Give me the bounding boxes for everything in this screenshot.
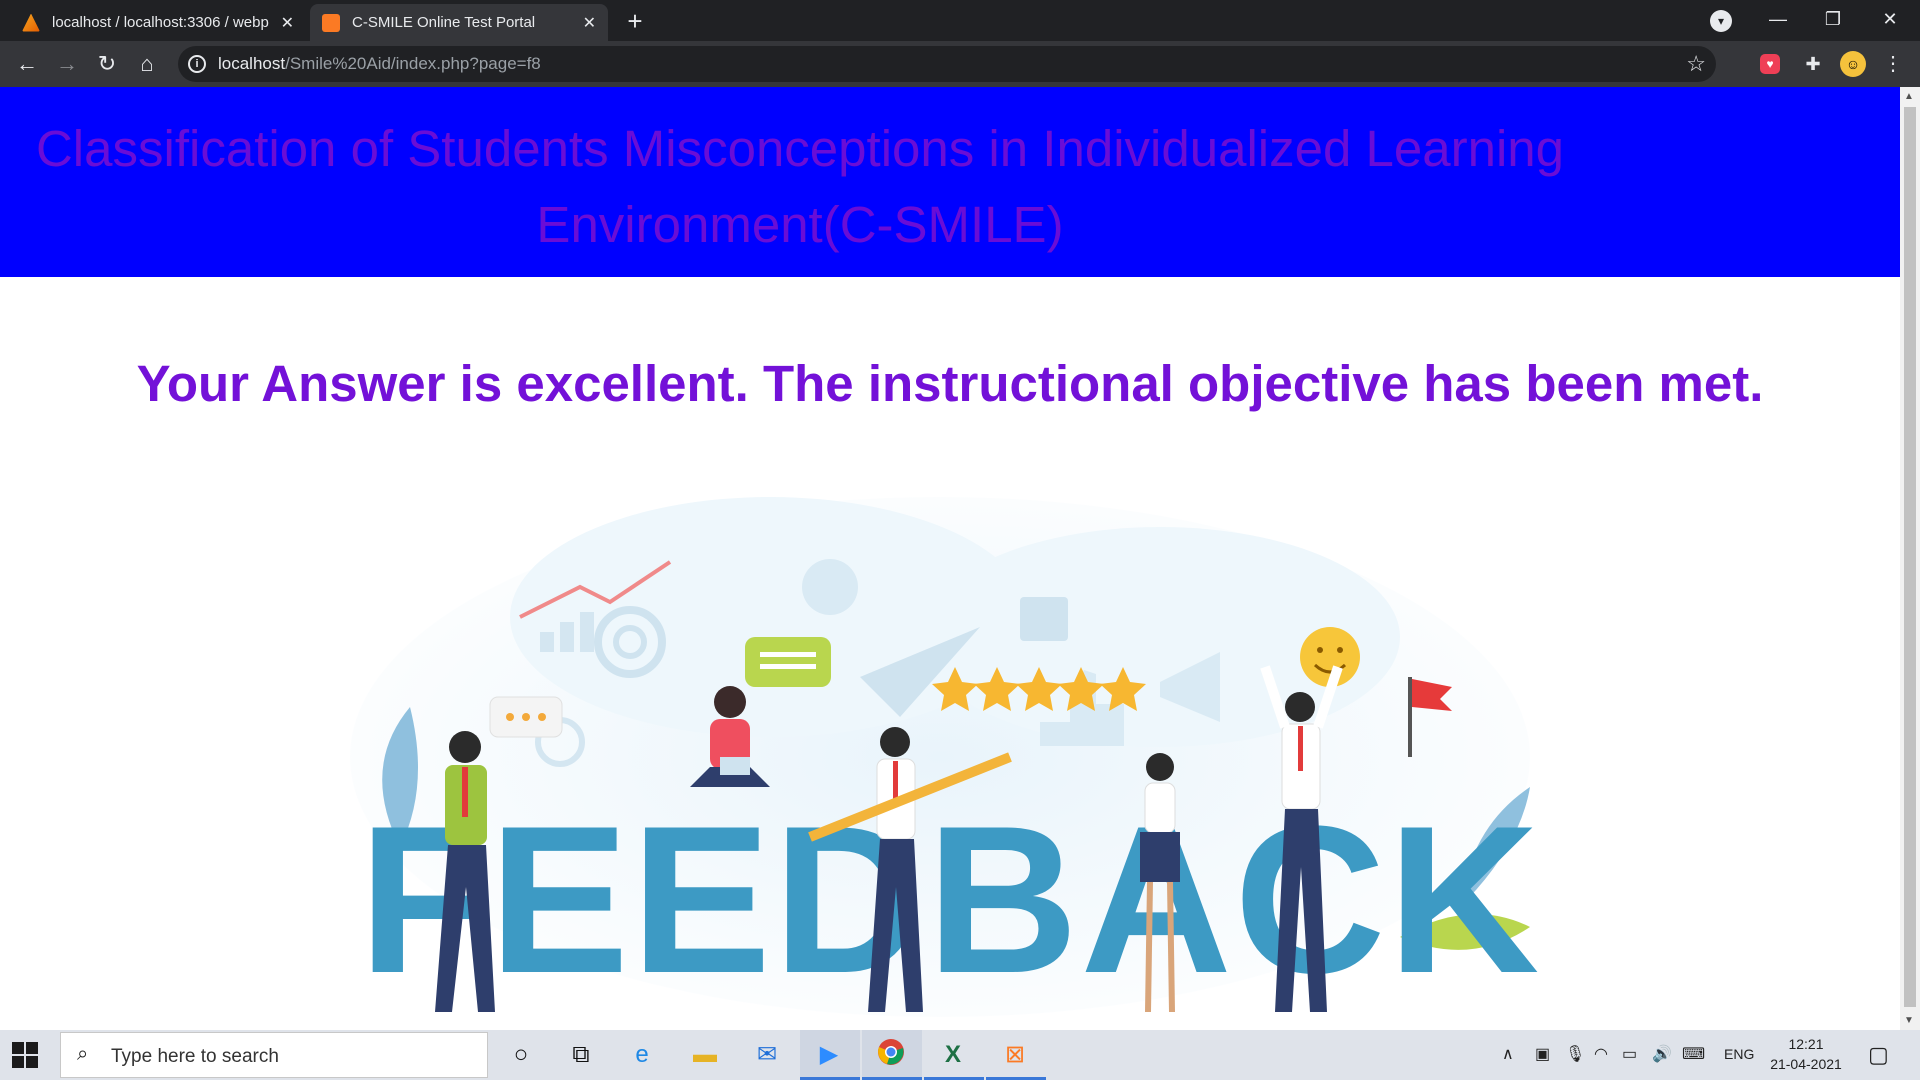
clock-time: 12:21 bbox=[1788, 1036, 1824, 1052]
chrome-logo-icon bbox=[878, 1039, 904, 1065]
scroll-down-arrow-icon[interactable]: ▼ bbox=[1904, 1015, 1914, 1026]
home-button[interactable]: ⌂ bbox=[132, 49, 162, 79]
volume-icon[interactable]: 🔊 bbox=[1652, 1044, 1672, 1064]
chrome-icon[interactable] bbox=[874, 1038, 908, 1072]
speech-bubble-green bbox=[745, 637, 831, 687]
restore-button[interactable]: ❐ bbox=[1813, 4, 1853, 34]
edge-icon[interactable]: e bbox=[625, 1038, 659, 1072]
reload-button[interactable]: ↻ bbox=[92, 49, 122, 79]
close-tab-icon[interactable]: ✕ bbox=[583, 13, 596, 33]
microphone-icon[interactable]: 🎙 bbox=[1565, 1044, 1585, 1064]
search-icon: ⌕ bbox=[77, 1043, 89, 1065]
wifi-icon[interactable]: ◠ bbox=[1594, 1044, 1608, 1064]
cortana-icon[interactable]: ○ bbox=[504, 1038, 538, 1072]
mail-icon[interactable]: ✉ bbox=[750, 1038, 784, 1072]
puzzle-icon[interactable]: ✚ bbox=[1800, 51, 1826, 77]
close-window-button[interactable]: ✕ bbox=[1870, 4, 1910, 34]
language-indicator[interactable]: ENG bbox=[1724, 1046, 1754, 1062]
browser-tab-bar: localhost / localhost:3306 / webp ✕ C-SM… bbox=[0, 0, 1920, 41]
info-icon[interactable]: i bbox=[188, 55, 206, 73]
notification-center-icon[interactable]: ▢ bbox=[1868, 1042, 1889, 1068]
pocket-extension-icon[interactable]: ♥ bbox=[1760, 54, 1780, 74]
taskbar-search-box[interactable]: ⌕ Type here to search bbox=[60, 1032, 488, 1078]
clock-date: 21-04-2021 bbox=[1770, 1056, 1842, 1072]
touch-keyboard-icon[interactable]: ⌨ bbox=[1682, 1044, 1705, 1064]
taskbar-clock[interactable]: 12:21 21-04-2021 bbox=[1766, 1034, 1846, 1074]
xampp-favicon-icon bbox=[322, 13, 340, 32]
scroll-up-arrow-icon[interactable]: ▲ bbox=[1904, 91, 1914, 102]
file-explorer-icon[interactable]: ▬ bbox=[688, 1038, 722, 1072]
chat-bubble-icon bbox=[802, 559, 858, 615]
minimize-button[interactable]: — bbox=[1758, 4, 1798, 34]
scroll-thumb[interactable] bbox=[1904, 107, 1916, 1007]
forward-button[interactable]: → bbox=[52, 49, 82, 79]
windows-taskbar: ⌕ Type here to search ○ ⧉ e ▬ ✉ ▶ X ⊠ ∧ … bbox=[0, 1030, 1920, 1080]
close-tab-icon[interactable]: ✕ bbox=[281, 13, 294, 33]
tab-phpmyadmin[interactable]: localhost / localhost:3306 / webp ✕ bbox=[10, 4, 306, 41]
result-message: Your Answer is excellent. The instructio… bbox=[136, 355, 1764, 412]
calendar-icon bbox=[1020, 597, 1068, 641]
new-tab-button[interactable]: + bbox=[620, 6, 650, 36]
url-text[interactable]: localhost/Smile%20Aid/index.php?page=f8 bbox=[218, 54, 541, 74]
tab-search-icon[interactable]: ▾ bbox=[1710, 10, 1732, 32]
zoom-icon[interactable]: ▶ bbox=[812, 1038, 846, 1072]
feedback-word: FEEDBACK bbox=[359, 782, 1542, 1017]
battery-icon[interactable]: ▭ bbox=[1622, 1044, 1637, 1064]
xampp-icon[interactable]: ⊠ bbox=[998, 1038, 1032, 1072]
header-banner: Classification of Students Misconception… bbox=[0, 87, 1900, 277]
url-host: localhost bbox=[218, 54, 286, 73]
show-hidden-icons-icon[interactable]: ∧ bbox=[1502, 1044, 1514, 1064]
meet-now-icon[interactable]: ▣ bbox=[1535, 1044, 1550, 1064]
windows-start-icon[interactable] bbox=[12, 1042, 38, 1068]
back-button[interactable]: ← bbox=[12, 49, 42, 79]
tab-title: C-SMILE Online Test Portal bbox=[352, 14, 536, 31]
phpmyadmin-favicon-icon bbox=[22, 13, 40, 32]
feedback-illustration: FEEDBACK bbox=[350, 497, 1542, 1017]
banner-title: Classification of Students Misconception… bbox=[35, 120, 1565, 253]
tab-title: localhost / localhost:3306 / webp bbox=[52, 14, 269, 31]
tab-c-smile[interactable]: C-SMILE Online Test Portal ✕ bbox=[310, 4, 608, 41]
search-placeholder: Type here to search bbox=[111, 1046, 279, 1067]
url-path: /Smile%20Aid/index.php?page=f8 bbox=[285, 54, 541, 73]
browser-toolbar: ← → ↻ ⌂ i localhost/Smile%20Aid/index.ph… bbox=[0, 41, 1920, 87]
excel-icon[interactable]: X bbox=[936, 1038, 970, 1072]
star-icon[interactable]: ☆ bbox=[1686, 51, 1706, 77]
address-bar[interactable]: i localhost/Smile%20Aid/index.php?page=f… bbox=[178, 46, 1716, 82]
page-viewport: Classification of Students Misconception… bbox=[0, 87, 1900, 1030]
vertical-scrollbar[interactable]: ▲ ▼ bbox=[1900, 87, 1920, 1030]
profile-avatar[interactable]: ☺ bbox=[1840, 51, 1866, 77]
kebab-menu-icon[interactable]: ⋮ bbox=[1880, 51, 1906, 77]
task-view-icon[interactable]: ⧉ bbox=[564, 1038, 598, 1072]
